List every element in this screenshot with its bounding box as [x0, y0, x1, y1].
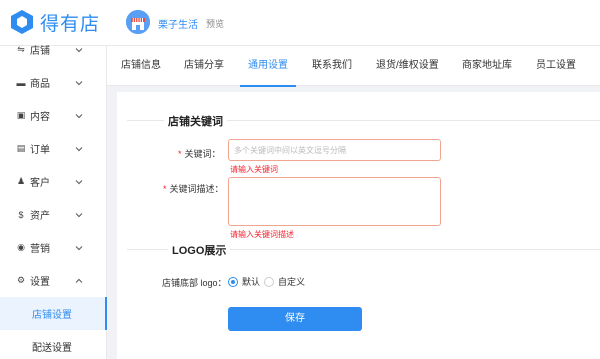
tab-staff-settings[interactable]: 员工设置: [536, 46, 576, 86]
chevron-down-icon: [75, 113, 83, 118]
asset-icon: $: [18, 209, 24, 220]
sidebar-item-label: 店铺: [30, 46, 50, 57]
sidebar-item-label: 营销: [30, 244, 50, 255]
tab-address-library[interactable]: 商家地址库: [462, 46, 512, 86]
radio-label: 默认: [242, 277, 261, 287]
radio-custom[interactable]: 自定义: [264, 275, 305, 288]
chevron-down-icon: [75, 47, 83, 52]
chevron-down-icon: [75, 245, 83, 250]
keyword-error: 请输入关键词: [230, 165, 278, 174]
sidebar-subitem-label: 配送设置: [32, 343, 72, 354]
hexagon-logo-icon: [11, 10, 33, 34]
storefront-icon: [126, 10, 150, 34]
sidebar-item-label: 资产: [30, 211, 50, 222]
sidebar-item-label: 设置: [30, 277, 50, 288]
tab-store-info[interactable]: 店铺信息: [121, 46, 161, 86]
tab-store-share[interactable]: 店铺分享: [184, 46, 224, 86]
sidebar-item-content[interactable]: ▣ 内容: [0, 99, 107, 132]
sidebar-item-label: 订单: [30, 145, 50, 156]
sidebar-item-shop[interactable]: ⇋ 店铺: [0, 33, 107, 66]
sidebar-item-orders[interactable]: ▤ 订单: [0, 132, 107, 165]
sidebar-subitem-delivery-settings[interactable]: 配送设置: [0, 330, 107, 359]
shop-icon: ⇋: [17, 44, 25, 54]
footer-logo-label: 店铺底部 logo：: [162, 278, 227, 288]
settings-tabs: 店铺信息 店铺分享 通用设置 联系我们 退货/维权设置 商家地址库 员工设置: [107, 46, 600, 87]
sidebar-item-goods[interactable]: ▬ 商品: [0, 66, 107, 99]
radio-unchecked-icon: [264, 276, 274, 287]
goods-icon: ▬: [16, 77, 26, 88]
chevron-down-icon: [75, 179, 83, 184]
brand-name: 得有店: [40, 12, 101, 35]
radio-default[interactable]: 默认: [228, 275, 260, 288]
sidebar-subitem-shop-settings[interactable]: 店铺设置: [0, 297, 107, 330]
sidebar-item-assets[interactable]: $ 资产: [0, 198, 107, 231]
tab-general-settings[interactable]: 通用设置: [240, 46, 296, 87]
preview-link[interactable]: 预览: [206, 17, 224, 30]
sidebar-item-label: 客户: [30, 178, 50, 189]
sidebar-item-settings[interactable]: ⚙ 设置: [0, 264, 107, 297]
sidebar: ⇋ 店铺 ▬ 商品 ▣ 内容 ▤ 订单 ♟ 客户 $ 资产 ◉ 营销 ⚙ 设置 …: [0, 44, 107, 359]
brand-logo[interactable]: 得有店: [10, 9, 100, 35]
chevron-down-icon: [75, 212, 83, 217]
sidebar-subitem-label: 店铺设置: [32, 310, 72, 321]
sidebar-item-marketing[interactable]: ◉ 营销: [0, 231, 107, 264]
tab-contact-us[interactable]: 联系我们: [312, 46, 352, 86]
radio-label: 自定义: [278, 277, 306, 287]
order-icon: ▤: [16, 143, 26, 153]
keyword-input[interactable]: [228, 139, 441, 161]
save-button[interactable]: 保存: [228, 307, 362, 331]
keyword-description-error: 请输入关键词描述: [230, 230, 294, 239]
keyword-label: * 关键词：: [178, 149, 221, 159]
sidebar-item-label: 内容: [30, 112, 50, 123]
keyword-description-textarea[interactable]: [228, 177, 441, 226]
keyword-description-label: * 关键词描述：: [163, 184, 224, 194]
keywords-section-title: 店铺关键词: [164, 113, 227, 129]
tab-return-settings[interactable]: 退货/维权设置: [376, 46, 439, 86]
store-name[interactable]: 栗子生活: [158, 16, 198, 31]
sidebar-item-customers[interactable]: ♟ 客户: [0, 165, 107, 198]
logo-section-title: LOGO展示: [168, 242, 231, 258]
store-avatar[interactable]: [126, 10, 150, 34]
chevron-up-icon: [75, 278, 83, 283]
radio-checked-icon: [228, 276, 238, 287]
settings-icon: ⚙: [16, 275, 26, 285]
marketing-icon: ◉: [17, 242, 25, 252]
content-icon: ▣: [16, 110, 26, 120]
sidebar-item-label: 商品: [30, 79, 50, 90]
customer-icon: ♟: [16, 176, 26, 186]
chevron-down-icon: [75, 146, 83, 151]
chevron-down-icon: [75, 80, 83, 85]
